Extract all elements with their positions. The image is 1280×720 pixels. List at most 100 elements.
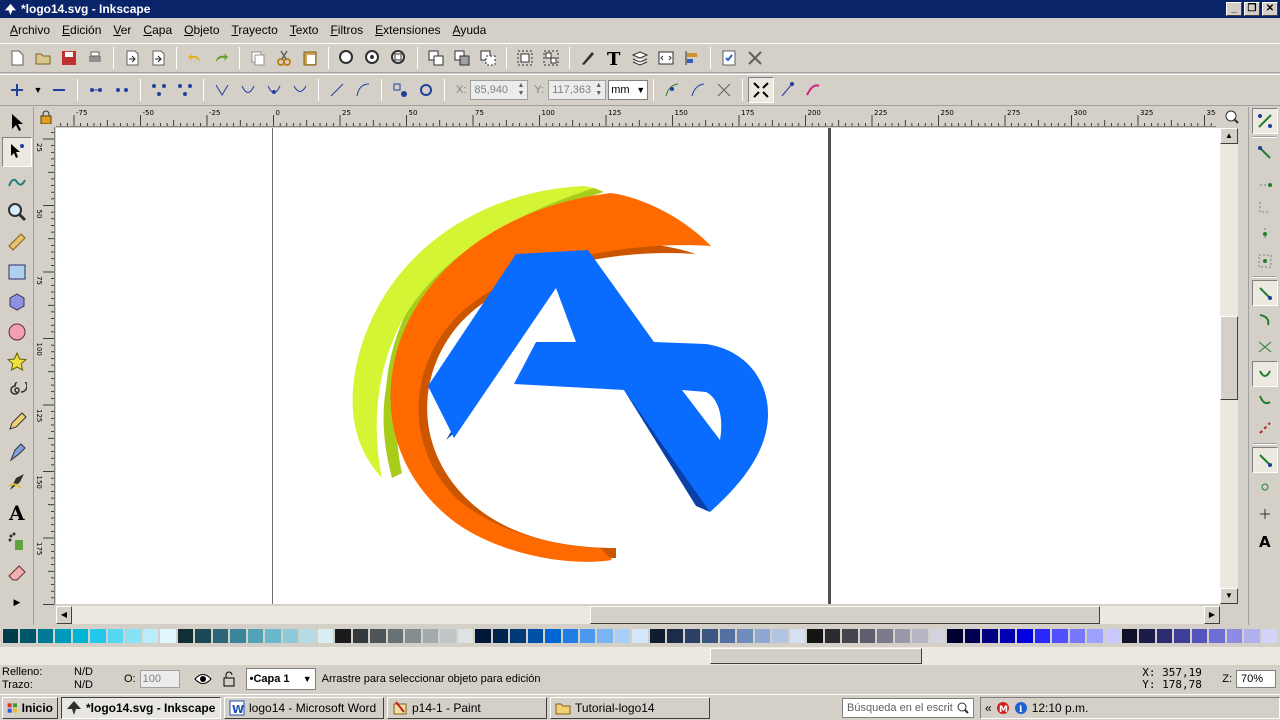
task-word[interactable]: W logo14 - Microsoft Word xyxy=(224,696,384,719)
fill-stroke-button[interactable] xyxy=(575,45,601,71)
color-swatch[interactable] xyxy=(54,628,72,644)
fill-stroke-indicator[interactable]: Relleno: N/D Trazo: N/D xyxy=(0,666,120,692)
zoom-tool[interactable] xyxy=(2,197,32,227)
color-swatch[interactable] xyxy=(1086,628,1104,644)
color-swatch[interactable] xyxy=(316,628,335,644)
zoom-selection-button[interactable] xyxy=(334,45,360,71)
color-swatch[interactable] xyxy=(928,628,947,644)
color-swatch[interactable] xyxy=(404,628,422,644)
menu-trayecto[interactable]: Trayecto xyxy=(226,23,284,37)
start-button[interactable]: Inicio xyxy=(2,696,58,719)
color-swatch[interactable] xyxy=(159,628,177,644)
color-swatch[interactable] xyxy=(281,628,300,644)
show-outline-button[interactable] xyxy=(800,77,826,103)
color-swatch[interactable] xyxy=(841,628,859,644)
undo-button[interactable] xyxy=(182,45,208,71)
color-swatch[interactable] xyxy=(858,628,877,644)
logo-drawing[interactable] xyxy=(56,128,1220,604)
color-swatch[interactable] xyxy=(176,628,195,644)
color-swatch[interactable] xyxy=(71,628,90,644)
color-swatch[interactable] xyxy=(998,628,1017,644)
color-swatch[interactable] xyxy=(666,628,684,644)
layers-button[interactable] xyxy=(627,45,653,71)
color-swatch[interactable] xyxy=(1190,628,1209,644)
spray-tool[interactable] xyxy=(2,527,32,557)
save-button[interactable] xyxy=(56,45,82,71)
join-nodes-button[interactable] xyxy=(83,77,109,103)
color-swatch[interactable] xyxy=(229,628,247,644)
snap-bbox-corner-button[interactable] xyxy=(1252,194,1278,220)
show-handles-button[interactable] xyxy=(774,77,800,103)
3d-box-tool[interactable] xyxy=(2,287,32,317)
node-tool[interactable] xyxy=(2,137,32,167)
color-swatch[interactable] xyxy=(981,628,999,644)
horizontal-scrollbar[interactable]: ◀ ▶ xyxy=(56,606,1220,624)
color-swatch[interactable] xyxy=(1173,628,1191,644)
zoom-drawing-button[interactable] xyxy=(360,45,386,71)
unit-select[interactable]: mm ▼ xyxy=(608,80,649,100)
copy-button[interactable] xyxy=(245,45,271,71)
insert-node-button[interactable] xyxy=(4,77,30,103)
menu-ver[interactable]: Ver xyxy=(107,23,137,37)
star-tool[interactable] xyxy=(2,347,32,377)
color-swatch[interactable] xyxy=(683,628,702,644)
palette-scroll-thumb[interactable] xyxy=(710,648,922,664)
color-swatch[interactable] xyxy=(421,628,440,644)
menu-texto[interactable]: Texto xyxy=(284,23,325,37)
text-font-button[interactable]: T xyxy=(601,45,627,71)
color-swatch[interactable] xyxy=(474,628,492,644)
color-swatch[interactable] xyxy=(246,628,265,644)
color-swatch[interactable] xyxy=(456,628,475,644)
snap-bbox-center-button[interactable] xyxy=(1252,248,1278,274)
export-button[interactable] xyxy=(145,45,171,71)
snap-cusp-nodes-button[interactable] xyxy=(1252,361,1278,387)
snap-toggle-button[interactable] xyxy=(1252,108,1278,134)
color-swatch[interactable] xyxy=(718,628,737,644)
color-swatch[interactable] xyxy=(334,628,352,644)
scroll-left-button[interactable]: ◀ xyxy=(56,606,72,624)
drawing-canvas[interactable] xyxy=(56,128,1220,604)
zoom-page-button[interactable] xyxy=(386,45,412,71)
paste-button[interactable] xyxy=(297,45,323,71)
current-layer-select[interactable]: •Capa 1 ▼ xyxy=(245,668,316,690)
color-swatch[interactable] xyxy=(211,628,230,644)
color-swatch[interactable] xyxy=(369,628,387,644)
snap-intersections-button[interactable] xyxy=(1252,334,1278,360)
import-button[interactable] xyxy=(119,45,145,71)
clone-button[interactable] xyxy=(449,45,475,71)
minimize-button[interactable]: _ xyxy=(1226,2,1242,16)
stroke-to-path-button[interactable] xyxy=(413,77,439,103)
object-to-path-button[interactable] xyxy=(387,77,413,103)
vertical-scroll-thumb[interactable] xyxy=(1220,316,1238,400)
vertical-ruler[interactable]: 25 50 75 100 125 150 175 xyxy=(35,127,55,605)
color-swatch[interactable] xyxy=(89,628,107,644)
color-swatch[interactable] xyxy=(439,628,457,644)
document-properties-button[interactable] xyxy=(716,45,742,71)
menu-ayuda[interactable]: Ayuda xyxy=(447,23,493,37)
color-swatch[interactable] xyxy=(386,628,405,644)
task-folder[interactable]: Tutorial-logo14 xyxy=(550,696,710,719)
duplicate-button[interactable] xyxy=(423,45,449,71)
color-swatch[interactable] xyxy=(491,628,510,644)
vertical-scrollbar[interactable]: ▲ ▼ xyxy=(1220,128,1238,604)
break-path-button[interactable] xyxy=(109,77,135,103)
task-inkscape[interactable]: *logo14.svg - Inkscape xyxy=(61,696,221,719)
zoom-input[interactable]: 70% xyxy=(1236,670,1276,688)
new-document-button[interactable] xyxy=(4,45,30,71)
color-swatch[interactable] xyxy=(823,628,842,644)
scroll-right-button[interactable]: ▶ xyxy=(1204,606,1220,624)
color-swatch[interactable] xyxy=(1138,628,1156,644)
redo-button[interactable] xyxy=(208,45,234,71)
show-transform-handles-button[interactable] xyxy=(748,77,775,103)
color-swatch[interactable] xyxy=(1051,628,1069,644)
antivirus-icon[interactable]: M xyxy=(996,701,1010,715)
snap-bbox-midpoint-button[interactable] xyxy=(1252,221,1278,247)
color-swatch[interactable] xyxy=(1155,628,1174,644)
snap-paths-button[interactable] xyxy=(1252,307,1278,333)
snap-object-centers-button[interactable] xyxy=(1252,474,1278,500)
color-swatch[interactable] xyxy=(1208,628,1226,644)
color-swatch[interactable] xyxy=(701,628,719,644)
menu-filtros[interactable]: Filtros xyxy=(324,23,369,37)
ellipse-tool[interactable] xyxy=(2,317,32,347)
color-swatch[interactable] xyxy=(806,628,824,644)
